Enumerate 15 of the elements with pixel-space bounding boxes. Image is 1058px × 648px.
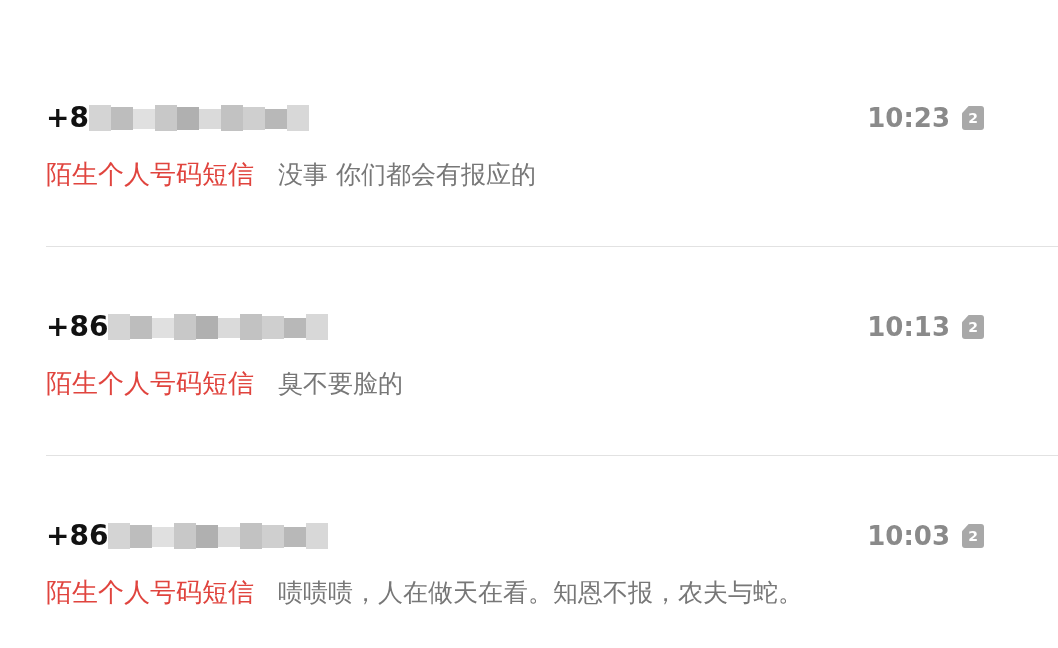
sender-number: +86 <box>46 522 109 550</box>
message-preview: 没事 你们都会有报应的 <box>278 161 536 187</box>
message-time: 10:23 <box>867 105 950 131</box>
sim-card-icon: 2 <box>962 106 984 130</box>
message-preview: 臭不要脸的 <box>278 370 403 396</box>
message-time: 10:03 <box>867 523 950 549</box>
message-preview: 啧啧啧，人在做天在看。知恩不报，农夫与蛇。 <box>278 579 803 605</box>
spam-label: 陌生个人号码短信 <box>46 579 254 605</box>
sender-number: +86 <box>46 313 109 341</box>
sender-number: +8 <box>46 104 89 132</box>
spam-label: 陌生个人号码短信 <box>46 370 254 396</box>
message-time: 10:13 <box>867 314 950 340</box>
sim-card-icon: 2 <box>962 524 984 548</box>
spam-label: 陌生个人号码短信 <box>46 161 254 187</box>
sim-card-icon: 2 <box>962 315 984 339</box>
